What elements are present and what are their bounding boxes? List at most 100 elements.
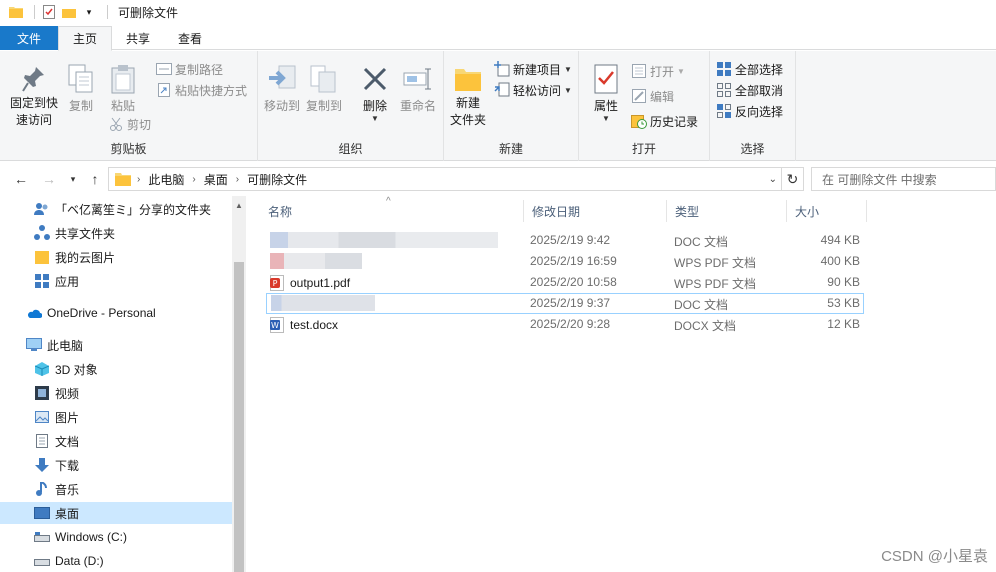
redacted-filename: [271, 295, 375, 311]
nav-item-onedrive[interactable]: OneDrive - Personal: [0, 302, 232, 324]
refresh-icon[interactable]: ↻: [782, 167, 804, 191]
breadcrumb-desktop[interactable]: 桌面: [204, 171, 228, 188]
recent-locations-chevron-icon[interactable]: ▾: [62, 168, 84, 190]
tab-file[interactable]: 文件: [0, 26, 58, 50]
address-history-chevron-icon[interactable]: ⌄: [769, 174, 777, 185]
nav-item-documents[interactable]: 文档: [0, 430, 232, 452]
select-none-label: 全部取消: [735, 83, 784, 98]
invert-selection-button[interactable]: 反向选择: [716, 101, 783, 121]
history-button[interactable]: 历史记录: [631, 111, 698, 131]
move-to-button[interactable]: 移动到: [262, 63, 302, 115]
breadcrumb-chevron-icon[interactable]: ›: [236, 174, 239, 185]
chevron-down-icon: ▼: [677, 66, 685, 76]
pin-quick-access-button[interactable]: 固定到快 速访问: [8, 63, 60, 129]
table-row[interactable]: P output1.pdf 2025/2/20 10:58 WPS PDF 文档…: [266, 272, 864, 293]
file-name: test.docx: [290, 318, 339, 332]
breadcrumb-chevron-icon[interactable]: ›: [137, 174, 140, 185]
paste-button[interactable]: 粘贴: [106, 63, 140, 115]
organize-group-label: 组织: [338, 142, 363, 156]
chevron-down-icon[interactable]: ▼: [371, 115, 379, 123]
nav-item-this-pc[interactable]: 此电脑: [0, 334, 232, 356]
delete-x-icon: [359, 63, 391, 95]
open-icon: [631, 63, 647, 79]
copy-label: 复制: [68, 99, 93, 113]
tab-share[interactable]: 共享: [112, 26, 164, 50]
column-header-type[interactable]: 类型: [667, 200, 787, 222]
column-header-label: 名称: [268, 204, 293, 219]
folder-icon: [8, 4, 24, 20]
rename-button[interactable]: 重命名: [396, 63, 440, 115]
address-bar[interactable]: › 此电脑 › 桌面 › 可删除文件 ⌄: [108, 167, 782, 191]
tab-view[interactable]: 查看: [164, 26, 216, 50]
up-arrow-icon[interactable]: ↑: [84, 168, 106, 190]
rename-label: 重命名: [399, 99, 436, 113]
sort-up-icon: ^: [386, 196, 391, 207]
column-header-size[interactable]: 大小: [787, 200, 867, 222]
tab-home[interactable]: 主页: [58, 26, 113, 51]
scroll-thumb[interactable]: [234, 262, 244, 572]
breadcrumb-this-pc[interactable]: 此电脑: [148, 171, 184, 188]
select-all-button[interactable]: 全部选择: [716, 59, 783, 79]
nav-item-desktop[interactable]: 桌面: [0, 502, 232, 524]
forward-arrow-icon[interactable]: →: [38, 168, 60, 190]
nav-item-shared-folder[interactable]: 共享文件夹: [0, 222, 232, 244]
scroll-up-icon[interactable]: ▲: [232, 198, 246, 212]
nav-item-cloud-pictures[interactable]: 我的云图片: [0, 246, 232, 268]
back-arrow-icon[interactable]: ←: [10, 168, 32, 190]
properties-button[interactable]: 属性 ▼: [589, 63, 623, 123]
chevron-down-icon[interactable]: ▼: [602, 115, 610, 123]
select-none-button[interactable]: 全部取消: [716, 80, 783, 100]
nav-item-music[interactable]: 音乐: [0, 478, 232, 500]
nav-item-3d-objects[interactable]: 3D 对象: [0, 358, 232, 380]
nav-item-label: 此电脑: [47, 338, 84, 353]
edit-button[interactable]: 编辑: [631, 86, 674, 106]
nav-item-pictures[interactable]: 图片: [0, 406, 232, 428]
chevron-down-icon[interactable]: ▾: [81, 4, 97, 20]
file-list: ^ 名称 修改日期 类型 大小 2025/2/19 9:42 DOC 文档 49…: [260, 196, 996, 572]
pdf-file-icon: P: [270, 275, 286, 291]
file-size: 53 KB: [827, 296, 860, 310]
nav-item-label: 应用: [55, 274, 80, 289]
table-row[interactable]: 2025/2/19 16:59 WPS PDF 文档 400 KB: [266, 251, 864, 272]
delete-button[interactable]: 删除 ▼: [356, 63, 394, 123]
cloud-icon: [26, 305, 42, 321]
nav-scrollbar[interactable]: ▲: [232, 196, 246, 572]
new-folder-button[interactable]: 新建 文件夹: [448, 63, 488, 129]
search-input[interactable]: 在 可删除文件 中搜索: [811, 167, 996, 191]
film-icon: [34, 385, 50, 401]
nav-item-drive-d[interactable]: Data (D:): [0, 550, 232, 572]
table-row[interactable]: 2025/2/19 9:37 DOC 文档 53 KB: [266, 293, 864, 314]
folder-icon: [34, 249, 50, 265]
easy-access-icon: [494, 82, 510, 98]
nav-item-downloads[interactable]: 下载: [0, 454, 232, 476]
breadcrumb-chevron-icon[interactable]: ›: [192, 174, 195, 185]
nav-item-shared-by-user[interactable]: 「ベ亿蓠笙ミ」分享的文件夹: [0, 198, 232, 220]
separator: [107, 5, 108, 19]
cut-label: 剪切: [127, 117, 152, 132]
cut-button[interactable]: 剪切: [108, 114, 151, 134]
paste-shortcut-button[interactable]: 粘贴快捷方式: [156, 80, 247, 100]
nav-item-videos[interactable]: 视频: [0, 382, 232, 404]
table-row[interactable]: W test.docx 2025/2/20 9:28 DOCX 文档 12 KB: [266, 314, 864, 335]
easy-access-button[interactable]: 轻松访问 ▼: [494, 80, 572, 100]
nav-item-drive-c[interactable]: Windows (C:): [0, 526, 232, 548]
file-type: DOC 文档: [674, 298, 729, 312]
copy-to-button[interactable]: 复制到: [304, 63, 344, 115]
open-button[interactable]: 打开 ▼: [631, 61, 685, 81]
nav-item-label: 文档: [55, 434, 80, 449]
column-header-name[interactable]: ^ 名称: [260, 196, 524, 222]
properties-icon: [590, 63, 622, 95]
column-header-date[interactable]: 修改日期: [524, 200, 667, 222]
copy-button[interactable]: 复制: [64, 63, 98, 115]
new-folder-quick-icon[interactable]: [61, 4, 77, 20]
ribbon-tabs: 文件 主页 共享 查看: [0, 26, 996, 51]
open-group: 属性 ▼ 打开 ▼ 编辑 历史记录 打开: [579, 51, 710, 161]
table-row[interactable]: 2025/2/19 9:42 DOC 文档 494 KB: [266, 230, 864, 251]
copy-path-button[interactable]: 复制路径: [156, 59, 223, 79]
nav-item-apps[interactable]: 应用: [0, 270, 232, 292]
breadcrumb-current-folder[interactable]: 可删除文件: [247, 171, 307, 188]
properties-quick-icon[interactable]: [41, 4, 57, 20]
shared-users-icon: [34, 201, 50, 217]
watermark: CSDN @小星袁: [881, 548, 988, 565]
new-item-button[interactable]: 新建项目 ▼: [494, 59, 572, 79]
